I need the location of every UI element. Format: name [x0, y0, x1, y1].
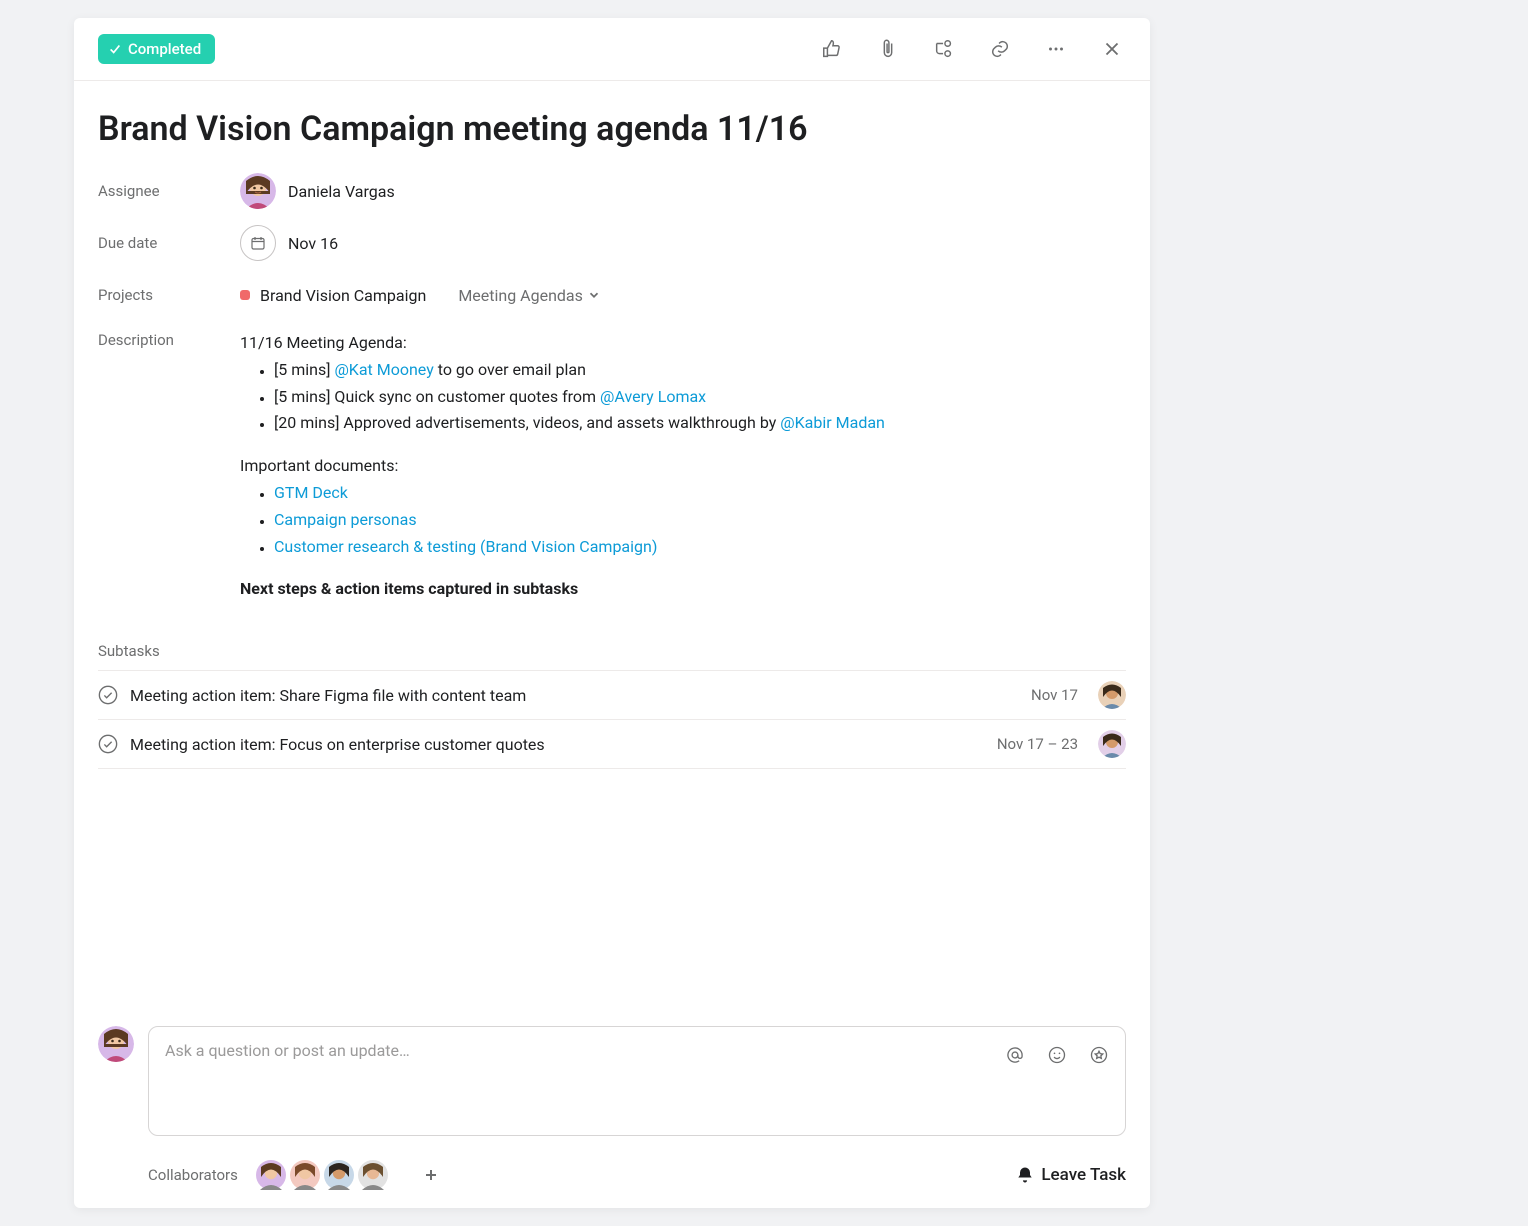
collaborator-avatar[interactable] [290, 1160, 320, 1190]
appreciation-button[interactable] [1085, 1041, 1113, 1069]
copy-link-button[interactable] [986, 35, 1014, 63]
toolbar-actions [818, 35, 1126, 63]
composer-area: Ask a question or post an update… [74, 1014, 1150, 1136]
due-date-text: Nov 16 [288, 234, 338, 253]
agenda-item: [5 mins] Quick sync on customer quotes f… [274, 385, 885, 410]
docs-heading: Important documents: [240, 454, 885, 479]
calendar-icon [240, 225, 276, 261]
title-section: Brand Vision Campaign meeting agenda 11/… [74, 81, 1150, 157]
link-icon [989, 38, 1011, 60]
doc-item: GTM Deck [274, 481, 885, 506]
more-icon [1045, 38, 1067, 60]
subtask-title: Meeting action item: Focus on enterprise… [130, 735, 985, 754]
collaborator-avatar[interactable] [256, 1160, 286, 1190]
due-date-row: Due date Nov 16 [98, 217, 1126, 269]
docs-list: GTM Deck Campaign personas Customer rese… [240, 481, 885, 559]
mention-button[interactable] [1001, 1041, 1029, 1069]
task-detail-panel: Completed Brand Vision Campaign m [74, 18, 1150, 1208]
assignee-avatar [240, 173, 276, 209]
subtask-complete-button[interactable] [98, 734, 118, 754]
agenda-list: [5 mins] @Kat Mooney to go over email pl… [240, 358, 885, 436]
agenda-item: [5 mins] @Kat Mooney to go over email pl… [274, 358, 885, 383]
composer-icons [1001, 1041, 1113, 1069]
due-date-label: Due date [98, 234, 240, 252]
attachment-button[interactable] [874, 35, 902, 63]
subtask-date: Nov 17 – 23 [997, 735, 1078, 753]
thumbs-up-icon [821, 38, 843, 60]
subtask-assignee-avatar[interactable] [1098, 681, 1126, 709]
description-label: Description [98, 331, 240, 349]
assignee-row: Assignee Daniela Vargas [98, 165, 1126, 217]
smile-icon [1047, 1045, 1067, 1065]
bell-icon [1015, 1165, 1035, 1185]
collaborators-label: Collaborators [148, 1166, 238, 1184]
check-icon [108, 42, 122, 56]
projects-label: Projects [98, 286, 240, 304]
meta-section: Assignee Daniela Vargas Due da [74, 157, 1150, 602]
project-section-dropdown[interactable]: Meeting Agendas [458, 286, 601, 305]
leave-task-label: Leave Task [1041, 1165, 1126, 1185]
subtask-row[interactable]: Meeting action item: Share Figma file wi… [98, 670, 1126, 719]
subtask-assignee-avatar[interactable] [1098, 730, 1126, 758]
task-title[interactable]: Brand Vision Campaign meeting agenda 11/… [98, 109, 1126, 149]
mention[interactable]: @Avery Lomax [600, 387, 706, 406]
collaborator-avatar[interactable] [358, 1160, 388, 1190]
composer-avatar [98, 1026, 136, 1136]
comment-composer[interactable]: Ask a question or post an update… [148, 1026, 1126, 1136]
project-section-label: Meeting Agendas [458, 286, 583, 305]
close-button[interactable] [1098, 35, 1126, 63]
due-date-value[interactable]: Nov 16 [240, 225, 338, 261]
emoji-button[interactable] [1043, 1041, 1071, 1069]
leave-task-button[interactable]: Leave Task [1015, 1165, 1126, 1185]
collaborators-row: Collaborators Leave Task [74, 1136, 1150, 1208]
agenda-item: [20 mins] Approved advertisements, video… [274, 411, 885, 436]
project-name: Brand Vision Campaign [260, 286, 426, 305]
projects-value: Brand Vision Campaign Meeting Agendas [240, 286, 601, 305]
check-circle-icon [98, 734, 118, 754]
assignee-name: Daniela Vargas [288, 182, 395, 201]
assignee-value[interactable]: Daniela Vargas [240, 173, 395, 209]
more-button[interactable] [1042, 35, 1070, 63]
doc-link[interactable]: Customer research & testing (Brand Visio… [274, 537, 657, 556]
completed-button[interactable]: Completed [98, 34, 215, 64]
subtask-title: Meeting action item: Share Figma file wi… [130, 686, 1019, 705]
chevron-down-icon [587, 288, 601, 302]
composer-placeholder: Ask a question or post an update… [165, 1041, 410, 1060]
close-icon [1101, 38, 1123, 60]
subtask-icon [933, 38, 955, 60]
at-icon [1005, 1045, 1025, 1065]
description-row: Description 11/16 Meeting Agenda: [5 min… [98, 321, 1126, 602]
completed-label: Completed [128, 40, 201, 58]
description-footer: Next steps & action items captured in su… [240, 577, 885, 602]
toolbar: Completed [74, 18, 1150, 81]
subtasks-header: Subtasks [98, 642, 1126, 660]
subtask-button[interactable] [930, 35, 958, 63]
assignee-label: Assignee [98, 182, 240, 200]
subtasks-section: Subtasks Meeting action item: Share Figm… [74, 642, 1150, 769]
subtask-complete-button[interactable] [98, 685, 118, 705]
collaborator-avatars [256, 1160, 392, 1190]
subtask-date: Nov 17 [1031, 686, 1078, 704]
description-content[interactable]: 11/16 Meeting Agenda: [5 mins] @Kat Moon… [240, 331, 885, 602]
collaborators-left: Collaborators [148, 1160, 446, 1190]
paperclip-icon [877, 38, 899, 60]
doc-link[interactable]: GTM Deck [274, 483, 348, 502]
like-button[interactable] [818, 35, 846, 63]
mention[interactable]: @Kat Mooney [334, 360, 433, 379]
add-collaborator-button[interactable] [416, 1160, 446, 1190]
project-chip[interactable]: Brand Vision Campaign [240, 286, 426, 305]
doc-item: Customer research & testing (Brand Visio… [274, 535, 885, 560]
mention[interactable]: @Kabir Madan [780, 413, 885, 432]
project-color-dot [240, 290, 250, 300]
agenda-heading: 11/16 Meeting Agenda: [240, 331, 885, 356]
collaborator-avatar[interactable] [324, 1160, 354, 1190]
subtask-row[interactable]: Meeting action item: Focus on enterprise… [98, 719, 1126, 769]
check-circle-icon [98, 685, 118, 705]
star-badge-icon [1089, 1045, 1109, 1065]
doc-item: Campaign personas [274, 508, 885, 533]
doc-link[interactable]: Campaign personas [274, 510, 417, 529]
plus-icon [423, 1167, 439, 1183]
projects-row: Projects Brand Vision Campaign Meeting A… [98, 269, 1126, 321]
